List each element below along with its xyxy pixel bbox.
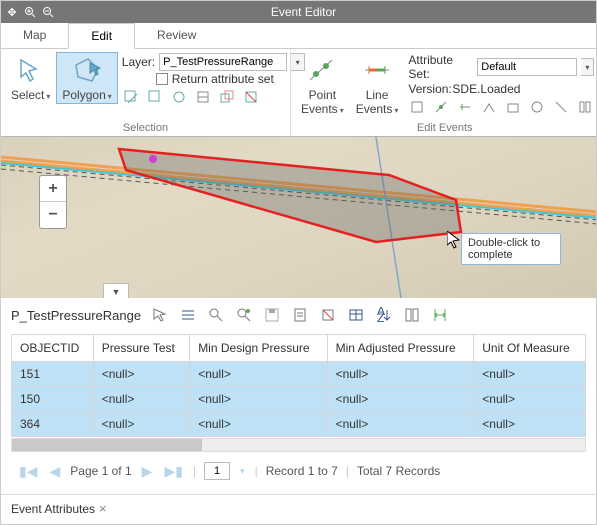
version-value: SDE.Loaded xyxy=(452,82,520,96)
window-title: Event Editor xyxy=(55,5,552,19)
bottom-tab-label: Event Attributes xyxy=(11,502,95,516)
attr-tool-cols[interactable] xyxy=(403,306,421,324)
table-row[interactable]: 364 <null> <null> <null> <null> xyxy=(12,412,586,437)
bottom-tabs: Event Attributes × xyxy=(1,494,596,522)
sel-tool-4[interactable] xyxy=(194,88,212,106)
total-label: Total 7 Records xyxy=(357,464,440,478)
tab-edit[interactable]: Edit xyxy=(68,23,135,49)
map-canvas[interactable]: + − Double-click to complete ▼ xyxy=(1,137,596,298)
zoom-out-icon[interactable] xyxy=(41,5,55,19)
close-icon[interactable]: × xyxy=(99,501,107,516)
main-tabs: Map Edit Review xyxy=(1,23,596,49)
ee-tool-5[interactable] xyxy=(504,98,522,116)
tool-icon-1[interactable]: ✥ xyxy=(5,5,19,19)
tab-review[interactable]: Review xyxy=(135,23,218,48)
panel-toggle[interactable]: ▼ xyxy=(103,283,129,298)
attr-set-input[interactable] xyxy=(477,58,577,76)
attr-tool-del[interactable] xyxy=(319,306,337,324)
record-label: Record 1 to 7 xyxy=(266,464,338,478)
polygon-label: Polygon xyxy=(62,88,105,102)
ribbon: Select▾ Polygon▾ Layer: ▾ Return attribu… xyxy=(1,49,596,137)
chevron-down-icon: ▾ xyxy=(394,106,398,115)
attr-tool-list[interactable] xyxy=(179,306,197,324)
zoom-in-icon[interactable] xyxy=(23,5,37,19)
select-label: Select xyxy=(11,88,44,102)
pager: ▮◀ ◀ Page 1 of 1 ▶ ▶▮ | ▾ | Record 1 to … xyxy=(11,452,586,490)
col-header[interactable]: Unit Of Measure xyxy=(474,335,586,362)
tab-map[interactable]: Map xyxy=(1,23,68,48)
attr-set-dropdown[interactable]: ▾ xyxy=(581,58,594,76)
point-events-icon xyxy=(306,54,338,86)
attr-tool-calc[interactable] xyxy=(291,306,309,324)
page-label: Page 1 of 1 xyxy=(70,464,131,478)
line-events-button[interactable]: Line Events▾ xyxy=(350,52,405,118)
zoom-in-button[interactable]: + xyxy=(40,176,66,202)
col-header[interactable]: Min Design Pressure xyxy=(190,335,327,362)
pager-next[interactable]: ▶ xyxy=(140,463,155,480)
attribute-title: P_TestPressureRange xyxy=(11,308,141,323)
layer-input[interactable] xyxy=(159,53,287,71)
edit-events-group-label: Edit Events xyxy=(295,121,594,136)
attr-tool-select[interactable] xyxy=(151,306,169,324)
point-events-button[interactable]: Point Events▾ xyxy=(295,52,350,118)
attr-tool-sort[interactable]: AZ xyxy=(375,306,393,324)
line-events-icon xyxy=(361,54,393,86)
svg-text:Z: Z xyxy=(377,311,384,323)
attr-tool-table[interactable] xyxy=(347,306,365,324)
point-events-label: Point Events xyxy=(301,88,338,116)
table-row[interactable]: 150 <null> <null> <null> <null> xyxy=(12,387,586,412)
attribute-table: OBJECTID Pressure Test Min Design Pressu… xyxy=(11,334,586,437)
chevron-down-icon: ▾ xyxy=(46,92,50,101)
cursor-icon xyxy=(447,231,461,249)
chevron-down-icon: ▾ xyxy=(108,92,112,101)
select-icon xyxy=(15,54,47,86)
chevron-down-icon: ▾ xyxy=(340,106,344,115)
polygon-icon xyxy=(71,54,103,86)
ribbon-group-edit-events: Point Events▾ Line Events▾ Attribute Set… xyxy=(291,49,597,136)
title-bar: ✥ Event Editor xyxy=(1,1,596,23)
attr-tool-width[interactable] xyxy=(431,306,449,324)
attr-set-label: Attribute Set: xyxy=(408,53,473,81)
selection-group-label: Selection xyxy=(5,121,286,136)
polygon-button[interactable]: Polygon▾ xyxy=(56,52,117,104)
table-row[interactable]: 151 <null> <null> <null> <null> xyxy=(12,362,586,387)
attr-tool-save[interactable] xyxy=(263,306,281,324)
ee-tool-2[interactable] xyxy=(432,98,450,116)
ee-tool-8[interactable] xyxy=(576,98,594,116)
attribute-panel: P_TestPressureRange AZ OBJECTID Pressure… xyxy=(1,298,596,494)
attr-tool-zoom2[interactable] xyxy=(235,306,253,324)
col-header[interactable]: OBJECTID xyxy=(12,335,94,362)
select-button[interactable]: Select▾ xyxy=(5,52,56,104)
pager-prev[interactable]: ◀ xyxy=(47,463,62,480)
ee-tool-4[interactable] xyxy=(480,98,498,116)
attr-tool-zoom[interactable] xyxy=(207,306,225,324)
map-tooltip: Double-click to complete xyxy=(461,233,561,265)
ee-tool-3[interactable] xyxy=(456,98,474,116)
sel-tool-2[interactable] xyxy=(146,88,164,106)
page-input[interactable] xyxy=(204,462,230,480)
sel-tool-5[interactable] xyxy=(218,88,236,106)
sel-tool-6[interactable] xyxy=(242,88,260,106)
col-header[interactable]: Min Adjusted Pressure xyxy=(327,335,474,362)
ee-tool-1[interactable] xyxy=(408,98,426,116)
line-events-label: Line Events xyxy=(356,88,393,116)
zoom-out-button[interactable]: − xyxy=(40,202,66,228)
sel-tool-3[interactable] xyxy=(170,88,188,106)
ee-tool-7[interactable] xyxy=(552,98,570,116)
page-input-dropdown[interactable]: ▾ xyxy=(238,466,247,477)
layer-label: Layer: xyxy=(122,55,155,69)
return-attr-checkbox[interactable] xyxy=(156,73,168,85)
zoom-control: + − xyxy=(39,175,67,229)
ribbon-group-selection: Select▾ Polygon▾ Layer: ▾ Return attribu… xyxy=(1,49,291,136)
col-header[interactable]: Pressure Test xyxy=(93,335,189,362)
version-label: Version: xyxy=(408,82,448,96)
sel-tool-1[interactable] xyxy=(122,88,140,106)
horizontal-scrollbar[interactable] xyxy=(11,438,586,452)
bottom-tab-event-attributes[interactable]: Event Attributes × xyxy=(11,501,107,516)
pager-first[interactable]: ▮◀ xyxy=(17,463,39,480)
ee-tool-6[interactable] xyxy=(528,98,546,116)
return-attr-label: Return attribute set xyxy=(172,72,274,86)
pager-last[interactable]: ▶▮ xyxy=(162,463,184,480)
